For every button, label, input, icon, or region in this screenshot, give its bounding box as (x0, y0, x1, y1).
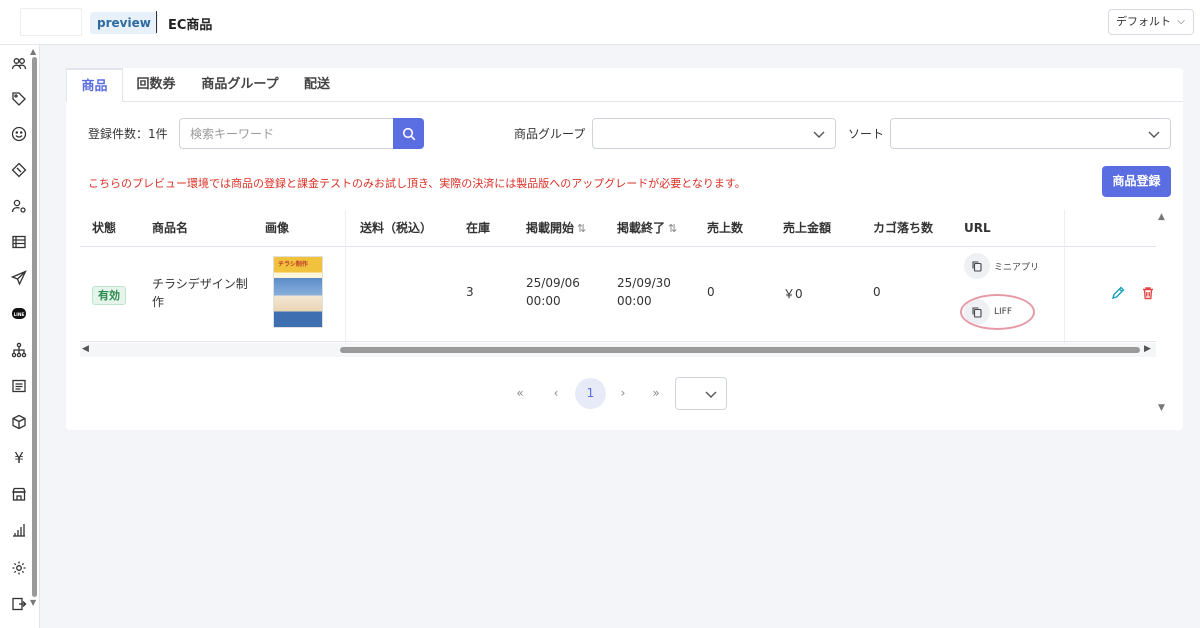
tag-icon[interactable] (8, 88, 30, 110)
sales-count-value: 0 (707, 285, 715, 299)
list-icon[interactable] (8, 231, 30, 253)
miniapp-url-label: ミニアプリ (994, 262, 1040, 273)
search-icon (402, 127, 415, 140)
tab-bar: 商品 回数券 商品グループ 配送 (66, 68, 1183, 102)
export-icon[interactable] (8, 593, 30, 615)
preview-badge: preview (90, 12, 158, 34)
sort-icon[interactable]: ⇅ (668, 222, 677, 235)
yen-icon[interactable]: ¥ (8, 447, 30, 469)
prev-page-button[interactable]: ‹ (546, 378, 566, 409)
sales-amount-value: ￥0 (783, 287, 803, 301)
column-cart-abandon: カゴ落ち数 (873, 221, 934, 235)
store-icon[interactable] (8, 483, 30, 505)
sidebar-scroll-up-icon[interactable]: ▲ (30, 47, 36, 56)
search-input[interactable] (179, 118, 393, 149)
column-start-label: 掲載開始 (526, 221, 575, 235)
tab-coupons[interactable]: 回数券 (126, 68, 186, 102)
column-start[interactable]: 掲載開始 ⇅ (526, 210, 586, 247)
gear-icon[interactable] (8, 557, 30, 579)
table-scroll-down-icon[interactable]: ▼ (1158, 403, 1165, 413)
column-sales-amount: 売上金額 (783, 221, 832, 235)
chevron-down-icon (705, 391, 717, 398)
column-status: 状態 (92, 221, 117, 235)
product-panel: 商品 回数券 商品グループ 配送 登録件数：1件 商品グループ ソート こちらの… (66, 68, 1183, 430)
tab-shipping[interactable]: 配送 (294, 68, 340, 102)
tab-product-groups[interactable]: 商品グループ (194, 68, 286, 102)
sidebar-scroll-down-icon[interactable]: ▼ (30, 598, 36, 607)
first-page-button[interactable]: « (510, 378, 530, 409)
column-url: URL (964, 221, 991, 235)
sort-icon[interactable]: ⇅ (577, 222, 586, 235)
pencil-icon (1111, 286, 1125, 300)
header-divider (156, 11, 157, 33)
last-page-button[interactable]: » (646, 378, 666, 409)
start-date: 25/09/06 (526, 276, 580, 290)
delete-button[interactable] (1140, 285, 1158, 303)
scrollbar-thumb[interactable] (340, 347, 1140, 353)
theme-select-value: デフォルト (1116, 15, 1171, 28)
table-header: 状態 商品名 画像 送料（税込） 在庫 掲載開始 ⇅ 掲載終了 ⇅ 売上数 売上金額… (80, 210, 1156, 247)
chevron-down-icon (1148, 131, 1160, 138)
cart-abandon-value: 0 (873, 285, 881, 299)
column-image: 画像 (265, 221, 290, 235)
document-icon[interactable] (8, 375, 30, 397)
scroll-left-icon[interactable]: ◀ (82, 344, 89, 354)
copy-icon (964, 253, 990, 279)
table-row: 有効 チラシデザイン制作 チラシ制作 3 25/09/06 00:00 25/0… (80, 247, 1156, 342)
box-icon[interactable] (8, 411, 30, 433)
page-size-select[interactable] (675, 377, 727, 410)
sort-label: ソート (848, 127, 885, 141)
product-thumbnail[interactable]: チラシ制作 (273, 256, 323, 328)
end-datetime: 25/09/30 00:00 (617, 274, 671, 310)
users-icon[interactable] (8, 53, 30, 75)
column-shipping: 送料（税込） (360, 221, 433, 235)
end-date: 25/09/30 (617, 276, 671, 290)
start-datetime: 25/09/06 00:00 (526, 274, 580, 310)
svg-text:LINE: LINE (14, 312, 25, 318)
column-stock: 在庫 (466, 221, 491, 235)
chevron-down-icon (813, 131, 825, 138)
smile-icon[interactable] (8, 123, 30, 145)
start-time: 00:00 (526, 294, 561, 308)
preview-notice: こちらのプレビュー環境では商品の登録と課金テストのみお試し頂き、実際の決済には製… (88, 177, 746, 190)
brand-logo[interactable] (20, 8, 82, 36)
column-end-label: 掲載終了 (617, 221, 666, 235)
edit-button[interactable] (1110, 285, 1128, 303)
scroll-right-icon[interactable]: ▶ (1144, 344, 1151, 354)
status-badge: 有効 (92, 286, 126, 305)
sidebar-scrollbar[interactable] (32, 57, 37, 597)
table-horizontal-scrollbar[interactable]: ◀ ▶ (80, 343, 1156, 357)
product-group-select[interactable] (592, 118, 836, 149)
liff-highlight-circle (960, 294, 1035, 330)
theme-select[interactable]: デフォルト ⌵ (1108, 9, 1194, 35)
registered-count: 登録件数：1件 (88, 127, 168, 141)
search-button[interactable] (393, 118, 424, 149)
trash-icon (1143, 287, 1153, 300)
top-header: preview EC商品 デフォルト ⌵ (0, 0, 1200, 45)
page-title: EC商品 (168, 18, 213, 33)
chevron-down-icon: ⌵ (1177, 16, 1185, 27)
stock-value: 3 (466, 285, 474, 299)
column-end[interactable]: 掲載終了 ⇅ (617, 210, 677, 247)
product-name: チラシデザイン制作 (152, 277, 248, 309)
tab-products[interactable]: 商品 (66, 68, 123, 102)
line-icon[interactable]: LINE (8, 303, 30, 325)
current-page-button[interactable]: 1 (575, 378, 606, 409)
next-page-button[interactable]: › (613, 378, 633, 409)
column-sales-count: 売上数 (707, 221, 744, 235)
register-product-button[interactable]: 商品登録 (1102, 166, 1171, 197)
sort-select[interactable] (890, 118, 1171, 149)
send-icon[interactable] (8, 267, 30, 289)
end-time: 00:00 (617, 294, 652, 308)
table-scroll-up-icon[interactable]: ▲ (1158, 212, 1165, 222)
thumbnail-title: チラシ制作 (278, 261, 308, 268)
product-group-label: 商品グループ (514, 127, 586, 141)
sitemap-icon[interactable] (8, 339, 30, 361)
ticket-icon[interactable] (8, 159, 30, 181)
copy-miniapp-url-button[interactable]: ミニアプリ (964, 253, 1039, 279)
user-settings-icon[interactable] (8, 195, 30, 217)
column-name: 商品名 (152, 221, 189, 235)
chart-icon[interactable] (8, 519, 30, 541)
sidebar: ▲ LINE ¥ ▼ (0, 45, 40, 628)
